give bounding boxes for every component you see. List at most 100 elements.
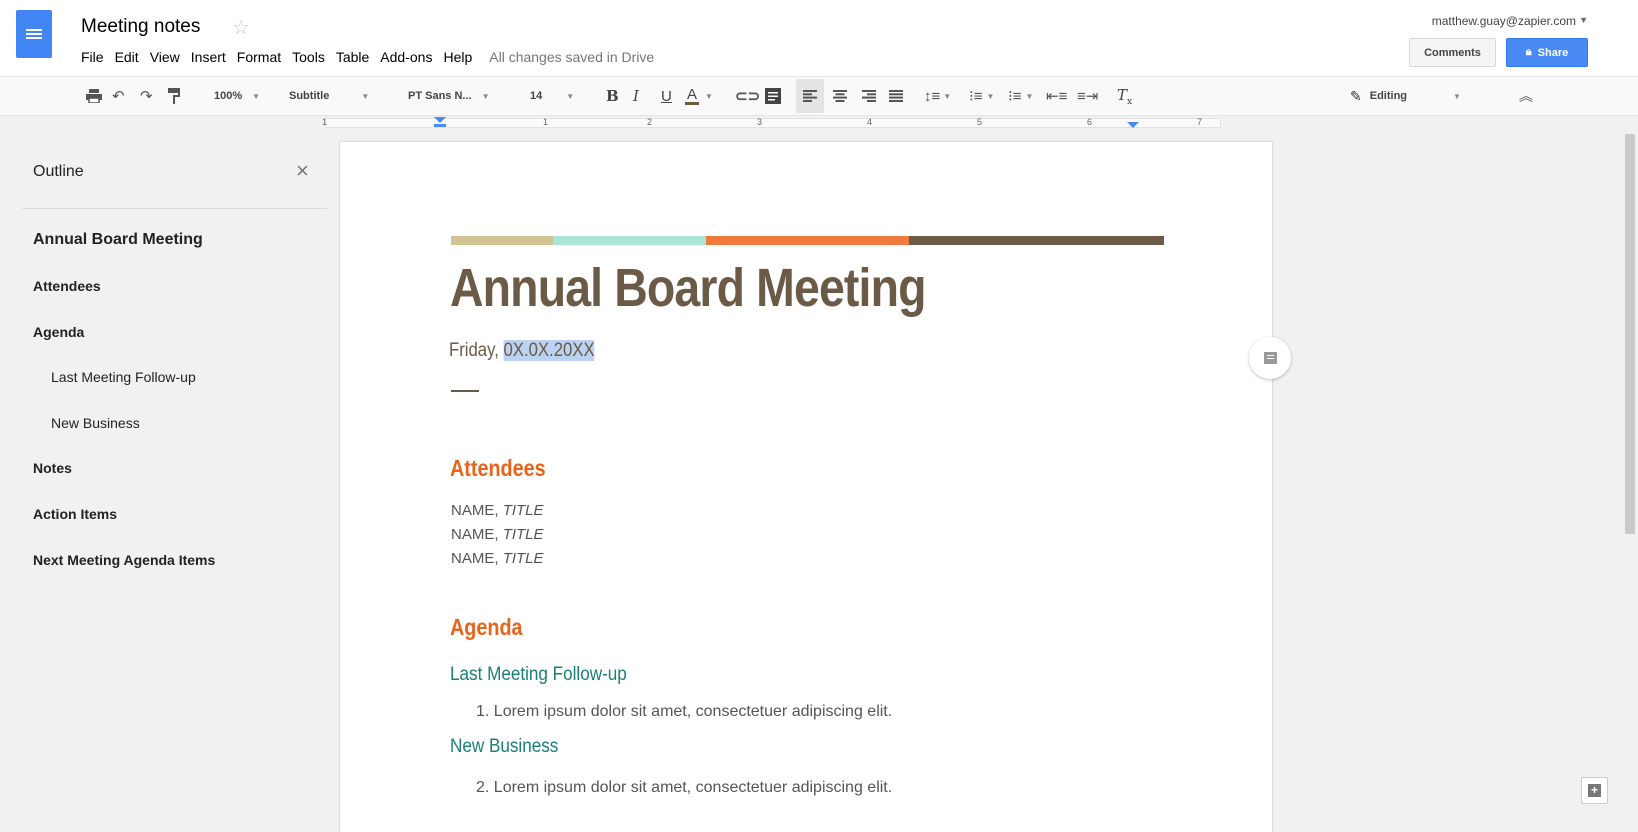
sub-heading-last-meeting[interactable]: Last Meeting Follow-up: [450, 664, 627, 686]
menu-view[interactable]: View: [150, 49, 180, 65]
justify-icon[interactable]: [889, 77, 903, 115]
attendee-title: TITLE: [502, 550, 544, 567]
agenda-heading[interactable]: Agenda: [450, 614, 523, 641]
right-indent-marker-icon[interactable]: [1127, 122, 1139, 128]
document-date[interactable]: Friday, 0X.0X.20XX: [449, 340, 595, 362]
collapse-toolbar-icon[interactable]: ︽: [1519, 77, 1533, 115]
font-value: PT Sans N...: [408, 90, 472, 102]
underline-icon: U: [661, 87, 672, 105]
scrollbar-thumb[interactable]: [1625, 134, 1635, 534]
sub-heading-new-business[interactable]: New Business: [450, 736, 558, 758]
ruler-number: 1: [543, 117, 549, 127]
italic-button[interactable]: I: [633, 77, 639, 115]
italic-icon: I: [633, 87, 639, 105]
editing-mode-label: Editing: [1369, 90, 1408, 102]
line-spacing-icon[interactable]: ↕≡ ▼: [924, 77, 951, 115]
bold-icon: B: [606, 87, 619, 105]
font-size-value: 14: [530, 90, 543, 102]
menu-insert[interactable]: Insert: [191, 49, 226, 65]
chevron-down-icon: ▼: [481, 91, 490, 101]
outline-divider: [22, 208, 327, 209]
outline-item-new-business[interactable]: New Business: [51, 415, 140, 431]
bulleted-list-icon[interactable]: ⁝≡ ▼: [1008, 77, 1033, 115]
explore-icon[interactable]: +: [1581, 777, 1608, 804]
increase-indent-icon[interactable]: ≡⇥: [1077, 77, 1098, 115]
document-heading[interactable]: Annual Board Meeting: [450, 256, 926, 320]
ruler-number: 5: [977, 117, 983, 127]
attendee-line[interactable]: NAME, TITLE: [451, 502, 544, 519]
list-item[interactable]: 1. Lorem ipsum dolor sit amet, consectet…: [476, 703, 892, 721]
share-button[interactable]: 🔒︎ Share: [1506, 38, 1588, 67]
title-rule: [451, 390, 479, 392]
align-center-icon[interactable]: [833, 77, 847, 115]
menu-file[interactable]: File: [81, 49, 104, 65]
font-select[interactable]: PT Sans N... ▼: [408, 77, 490, 115]
print-icon[interactable]: [86, 77, 102, 115]
left-indent-marker-icon[interactable]: [434, 117, 446, 123]
add-comment-icon[interactable]: [1249, 337, 1291, 379]
underline-button[interactable]: U: [661, 77, 672, 115]
account-caret-icon[interactable]: ▼: [1579, 15, 1588, 25]
font-size-select[interactable]: 14 ▼: [530, 77, 574, 115]
outline-item-annual-board-meeting[interactable]: Annual Board Meeting: [33, 231, 203, 249]
clear-formatting-icon[interactable]: Tx: [1117, 77, 1132, 115]
star-icon[interactable]: ☆: [232, 15, 250, 40]
outline-item-attendees[interactable]: Attendees: [33, 278, 101, 294]
insert-comment-icon[interactable]: [765, 77, 781, 115]
attendee-name: NAME,: [451, 550, 503, 567]
list-item[interactable]: 2. Lorem ipsum dolor sit amet, consectet…: [476, 779, 892, 797]
menu-bar: File Edit View Insert Format Tools Table…: [81, 49, 665, 65]
attendee-line[interactable]: NAME, TITLE: [451, 526, 544, 543]
editing-mode-select[interactable]: ✎ Editing ▼: [1350, 77, 1461, 115]
chevron-down-icon: ▼: [252, 91, 261, 101]
pencil-icon: ✎: [1350, 87, 1362, 104]
chevron-down-icon: ▼: [361, 91, 370, 101]
header-stripe-segment: [909, 236, 1164, 245]
style-value: Subtitle: [289, 90, 330, 102]
align-left-icon: [803, 77, 817, 115]
lock-icon: 🔒︎: [1525, 46, 1532, 58]
attendee-name: NAME,: [451, 526, 503, 543]
paint-format-icon[interactable]: [168, 77, 180, 115]
text-color-button[interactable]: A ▼: [685, 77, 713, 115]
chevron-down-icon: ▼: [1453, 91, 1461, 101]
docs-logo-icon[interactable]: [16, 10, 52, 58]
undo-icon[interactable]: ↶: [112, 77, 125, 115]
user-email[interactable]: matthew.guay@zapier.com: [1432, 14, 1576, 28]
redo-icon[interactable]: ↷: [140, 77, 153, 115]
menu-help[interactable]: Help: [443, 49, 472, 65]
align-right-icon[interactable]: [862, 77, 876, 115]
attendee-title: TITLE: [502, 526, 544, 543]
bold-button[interactable]: B: [606, 77, 619, 115]
ruler-number: 2: [647, 117, 653, 127]
numbered-list-icon[interactable]: ⁝≡ ▼: [969, 77, 994, 115]
header-stripe-segment: [451, 236, 553, 245]
menu-table[interactable]: Table: [336, 49, 369, 65]
chevron-down-icon: ▼: [566, 91, 575, 101]
outline-item-action-items[interactable]: Action Items: [33, 506, 117, 522]
menu-edit[interactable]: Edit: [115, 49, 139, 65]
document-title[interactable]: Meeting notes: [81, 16, 200, 38]
link-icon[interactable]: ⊂⊃: [735, 77, 760, 115]
ruler-number: 3: [757, 117, 763, 127]
attendee-line[interactable]: NAME, TITLE: [451, 550, 544, 567]
attendees-heading[interactable]: Attendees: [450, 455, 546, 482]
outline-item-agenda[interactable]: Agenda: [33, 324, 84, 340]
menu-tools[interactable]: Tools: [292, 49, 325, 65]
formatting-toolbar: ↶ ↷ 100% ▼ Subtitle ▼ PT Sans N... ▼ 14 …: [0, 76, 1638, 116]
comments-button[interactable]: Comments: [1409, 38, 1496, 67]
ruler-number: 6: [1087, 117, 1093, 127]
text-color-icon: A: [685, 85, 700, 105]
outline-item-last-meeting-follow-up[interactable]: Last Meeting Follow-up: [51, 369, 196, 385]
zoom-select[interactable]: 100% ▼: [214, 77, 260, 115]
decrease-indent-icon[interactable]: ⇤≡: [1046, 77, 1067, 115]
outline-item-next-meeting-agenda-items[interactable]: Next Meeting Agenda Items: [33, 552, 215, 568]
first-line-indent-marker-icon[interactable]: [434, 124, 446, 127]
save-status[interactable]: All changes saved in Drive: [489, 49, 654, 65]
menu-format[interactable]: Format: [237, 49, 281, 65]
close-icon[interactable]: ×: [296, 158, 309, 184]
style-select[interactable]: Subtitle ▼: [289, 77, 369, 115]
menu-addons[interactable]: Add-ons: [380, 49, 432, 65]
outline-item-notes[interactable]: Notes: [33, 460, 72, 476]
document-page[interactable]: [340, 142, 1272, 832]
